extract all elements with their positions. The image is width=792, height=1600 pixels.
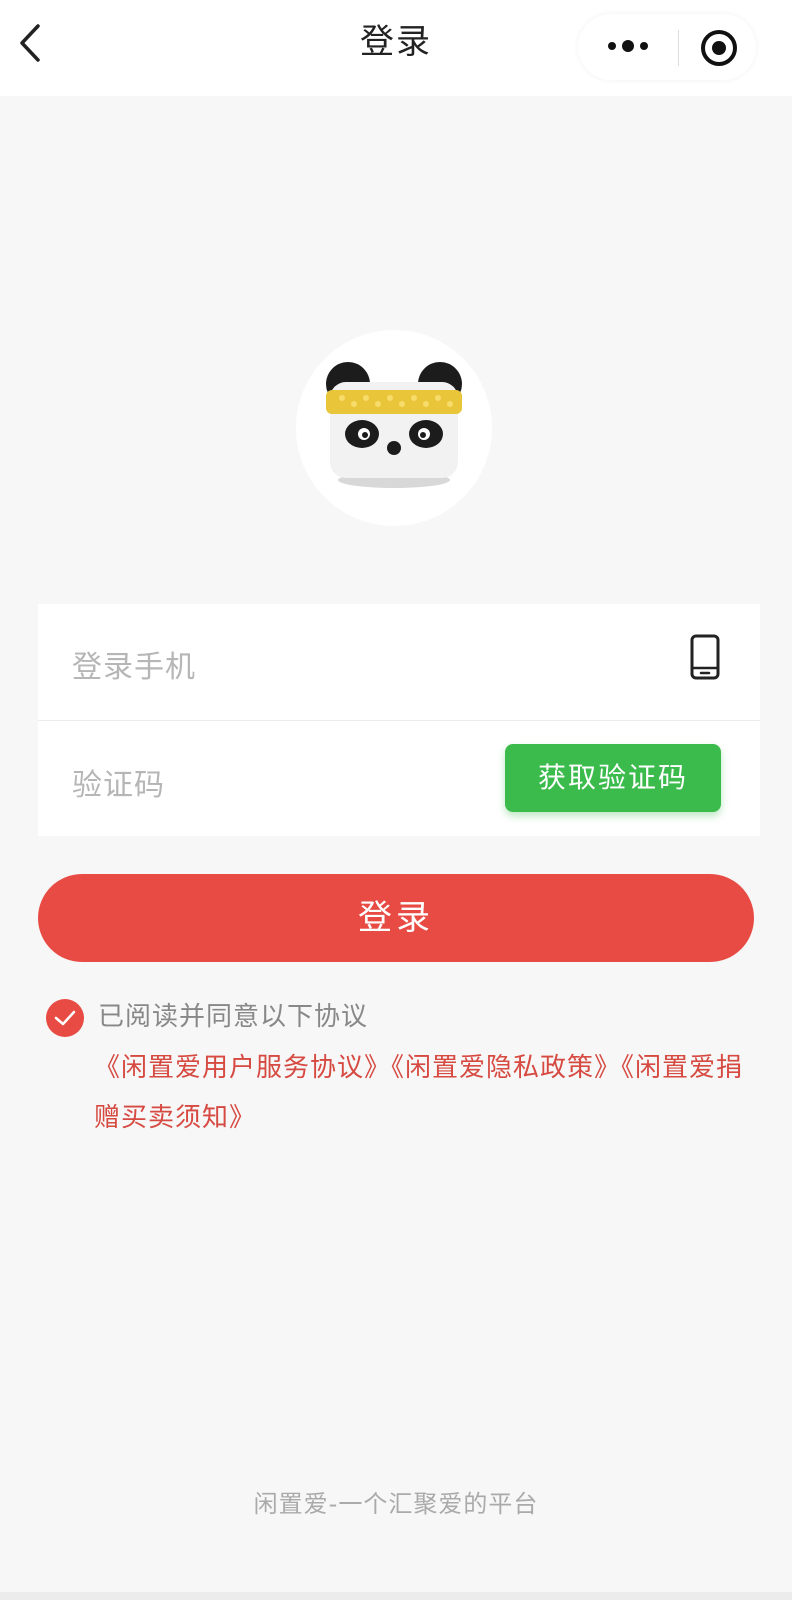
login-page: 登录 登录手机 验证码 获取验证码 登录 已阅读并同意以下协议 《闲置爱用户服务… xyxy=(0,0,792,1600)
bottom-divider xyxy=(0,1592,792,1600)
capsule-divider xyxy=(678,30,679,66)
login-form: 登录手机 验证码 获取验证码 xyxy=(38,604,760,836)
close-mini-program-button[interactable] xyxy=(699,28,739,68)
mini-program-capsule xyxy=(578,14,756,80)
field-divider xyxy=(38,720,760,721)
footer-slogan: 闲置爱-一个汇聚爱的平台 xyxy=(253,1490,539,1518)
close-target-icon xyxy=(701,30,737,66)
more-button[interactable] xyxy=(606,34,650,58)
navigation-bar: 登录 xyxy=(0,0,792,96)
panda-logo-icon xyxy=(326,362,462,488)
app-logo xyxy=(296,330,492,526)
code-input[interactable]: 验证码 xyxy=(72,760,165,804)
agreement-links: 《闲置爱用户服务协议》《闲置爱隐私政策》《闲置爱捐赠买卖须知》 xyxy=(94,1043,754,1143)
privacy-policy-link[interactable]: 《闲置爱隐私政策》 xyxy=(391,1053,621,1083)
more-dots-icon xyxy=(608,40,648,52)
phone-input[interactable]: 登录手机 xyxy=(72,642,196,686)
user-service-agreement-link[interactable]: 《闲置爱用户服务协议》 xyxy=(94,1053,391,1083)
agreement-text: 已阅读并同意以下协议 xyxy=(98,1002,369,1032)
checkmark-icon xyxy=(54,1010,76,1026)
login-button[interactable]: 登录 xyxy=(38,874,754,962)
phone-icon xyxy=(690,634,720,680)
agreement-checkbox[interactable] xyxy=(46,999,84,1037)
get-code-button[interactable]: 获取验证码 xyxy=(505,744,721,812)
phone-field[interactable]: 登录手机 xyxy=(38,604,760,720)
